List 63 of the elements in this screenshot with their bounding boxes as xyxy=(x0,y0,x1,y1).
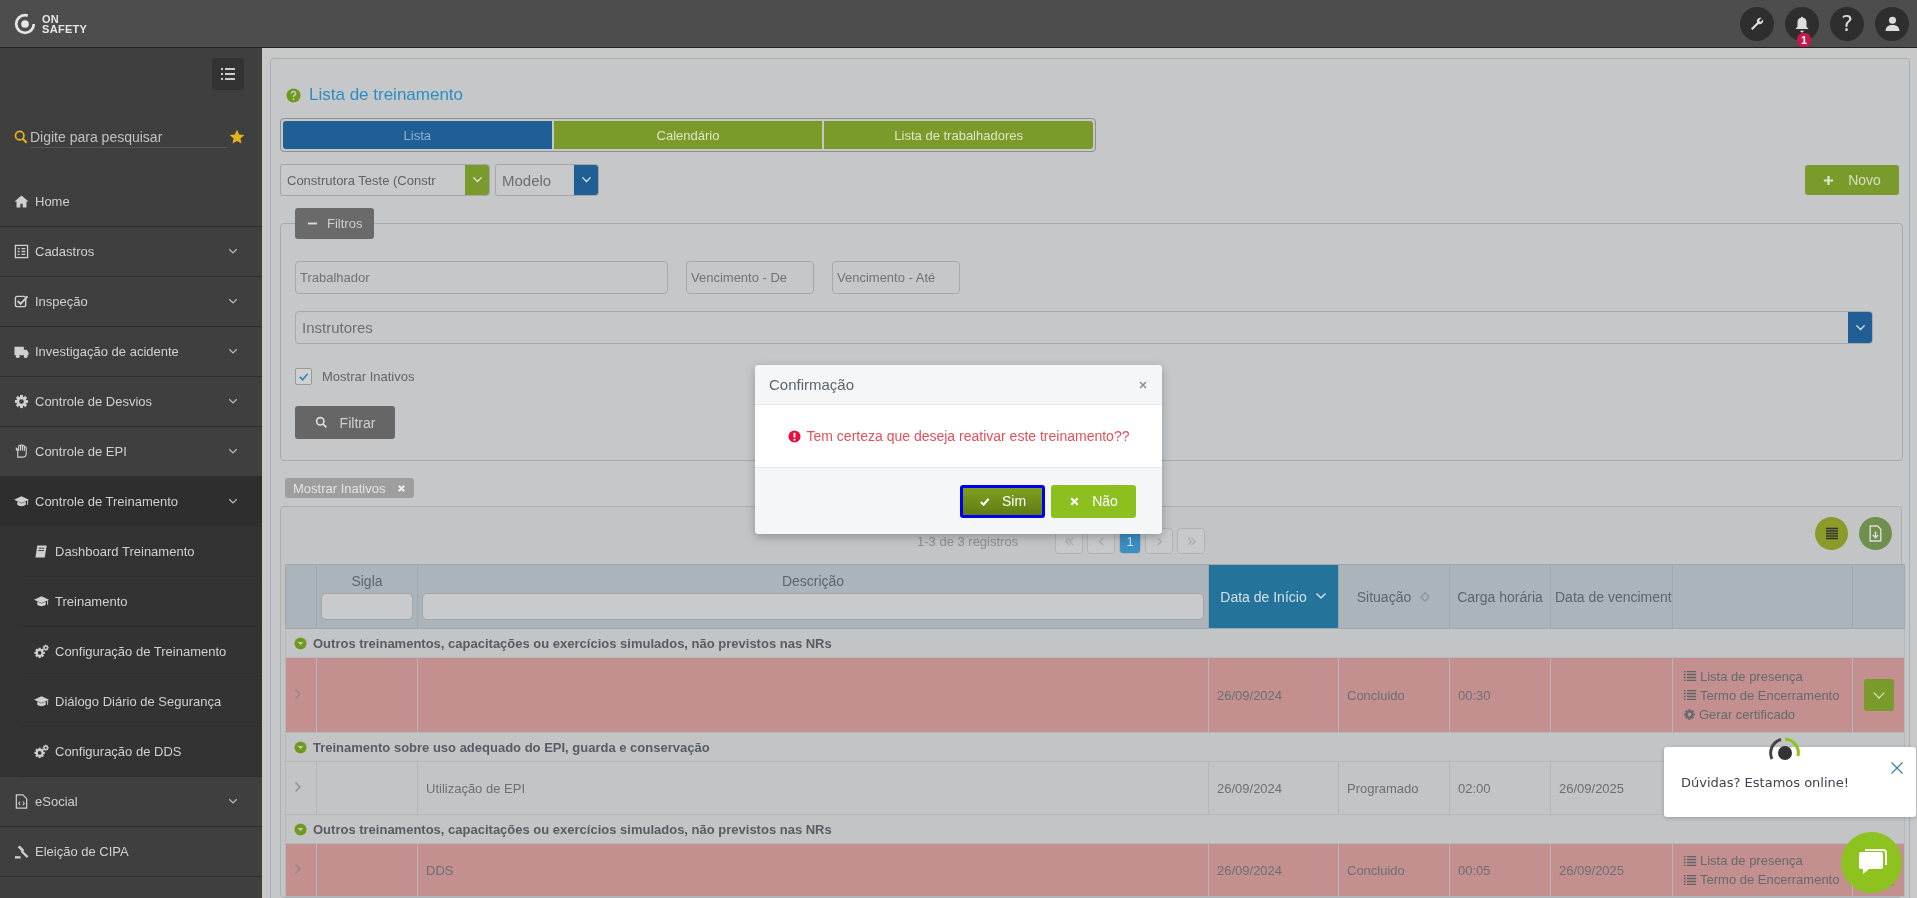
sidebar-subitem[interactable]: Treinamento xyxy=(19,577,262,627)
column-header: Descrição xyxy=(781,573,845,589)
filter-button[interactable]: Filtrar xyxy=(295,406,395,439)
sidebar-subitem[interactable]: Dashboard Treinamento xyxy=(19,527,262,577)
select-field[interactable]: Instrutores xyxy=(295,311,1873,344)
table-cell: Concluido xyxy=(1347,687,1405,703)
action-link[interactable]: Lista de presença xyxy=(1683,853,1803,868)
sidebar-item[interactable]: Controle de Treinamento xyxy=(0,477,262,527)
table-cell: 26/09/2025 xyxy=(1559,862,1625,878)
checkbox-label: Mostrar Inativos xyxy=(322,369,415,384)
group-title: Outros treinamentos, capacitações ou exercícios simulados, não previstos nas NRs xyxy=(313,635,832,651)
new-button[interactable]: Novo xyxy=(1805,165,1899,195)
table-cell: Utilização de EPI xyxy=(426,780,525,796)
column-header: Data de venciment xyxy=(1555,588,1672,605)
sidebar-subitem[interactable]: Configuração de DDS xyxy=(19,727,262,777)
sidebar-item[interactable]: Controle de Desvios xyxy=(0,377,262,427)
table-cell: Concluido xyxy=(1347,862,1405,878)
sidebar-item[interactable]: Inspeção xyxy=(0,277,262,327)
table-cell: Programado xyxy=(1347,780,1419,796)
search-field[interactable]: Digite para pesquisar xyxy=(30,126,227,148)
sidebar-subitem[interactable]: Diálogo Diário de Segurança xyxy=(19,677,262,727)
action-link[interactable]: Termo de Encerramento xyxy=(1683,872,1840,887)
text-field[interactable]: Trabalhador xyxy=(295,261,668,294)
dialog-message: Tem certeza que deseja reativar este treinamento?? xyxy=(806,428,1130,444)
action-link[interactable]: Termo de Encerramento xyxy=(1683,687,1840,703)
filters-toggle[interactable]: Filtros xyxy=(295,208,375,239)
logo-text: ON SAFETY xyxy=(42,13,88,34)
group-title: Treinamento sobre uso adequado do EPI, guarda e conservação xyxy=(313,739,710,755)
column-header[interactable]: Situação xyxy=(1356,588,1412,605)
tab[interactable]: Lista xyxy=(283,121,552,149)
select-field[interactable]: Modelo xyxy=(495,164,599,196)
sidebar-item[interactable]: Eleição de CIPA xyxy=(0,827,262,877)
cancel-button[interactable]: Não xyxy=(1051,484,1136,518)
table-cell: 00:05 xyxy=(1458,862,1491,878)
sidebar-item[interactable]: Home xyxy=(0,177,262,227)
column-header: Carga horária xyxy=(1457,588,1543,605)
sidebar-item[interactable]: Cadastros xyxy=(0,227,262,277)
tab[interactable]: Lista de trabalhadores xyxy=(824,121,1093,149)
dialog-title: Confirmação xyxy=(769,376,855,393)
confirm-button[interactable]: Sim xyxy=(960,484,1045,518)
help-button[interactable]: ? xyxy=(1830,6,1864,41)
table-cell: 26/09/2024 xyxy=(1217,780,1283,796)
action-link[interactable]: Lista de presença xyxy=(1683,668,1803,684)
select-field[interactable]: Construtora Teste (Constr xyxy=(280,164,490,196)
action-link[interactable]: Gerar certificado xyxy=(1683,706,1796,722)
table-cell: DDS xyxy=(426,862,454,878)
sidebar-subitem[interactable]: Configuração de Treinamento xyxy=(19,627,262,677)
sidebar-item[interactable]: Investigação de acidente xyxy=(0,327,262,377)
text-field[interactable]: Vencimento - De xyxy=(686,261,814,294)
page-title: Lista de treinamento xyxy=(309,85,464,105)
table-cell: 26/09/2025 xyxy=(1559,780,1625,796)
table-cell: 26/09/2024 xyxy=(1217,687,1283,703)
table-cell: 26/09/2024 xyxy=(1217,862,1283,878)
text-field[interactable]: Vencimento - Até xyxy=(832,261,960,294)
sidebar-item[interactable]: eSocial xyxy=(0,777,262,827)
table-cell: 02:00 xyxy=(1458,780,1491,796)
tab[interactable]: Calendário xyxy=(553,121,823,149)
tag-label: Mostrar Inativos xyxy=(293,480,386,496)
column-header[interactable]: Data de Início xyxy=(1220,588,1307,605)
column-header: Sigla xyxy=(351,573,383,589)
chat-message: Dúvidas? Estamos online! xyxy=(1681,774,1850,790)
table-cell: 00:30 xyxy=(1458,687,1491,703)
group-title: Outros treinamentos, capacitações ou exercícios simulados, não previstos nas NRs xyxy=(313,821,832,837)
